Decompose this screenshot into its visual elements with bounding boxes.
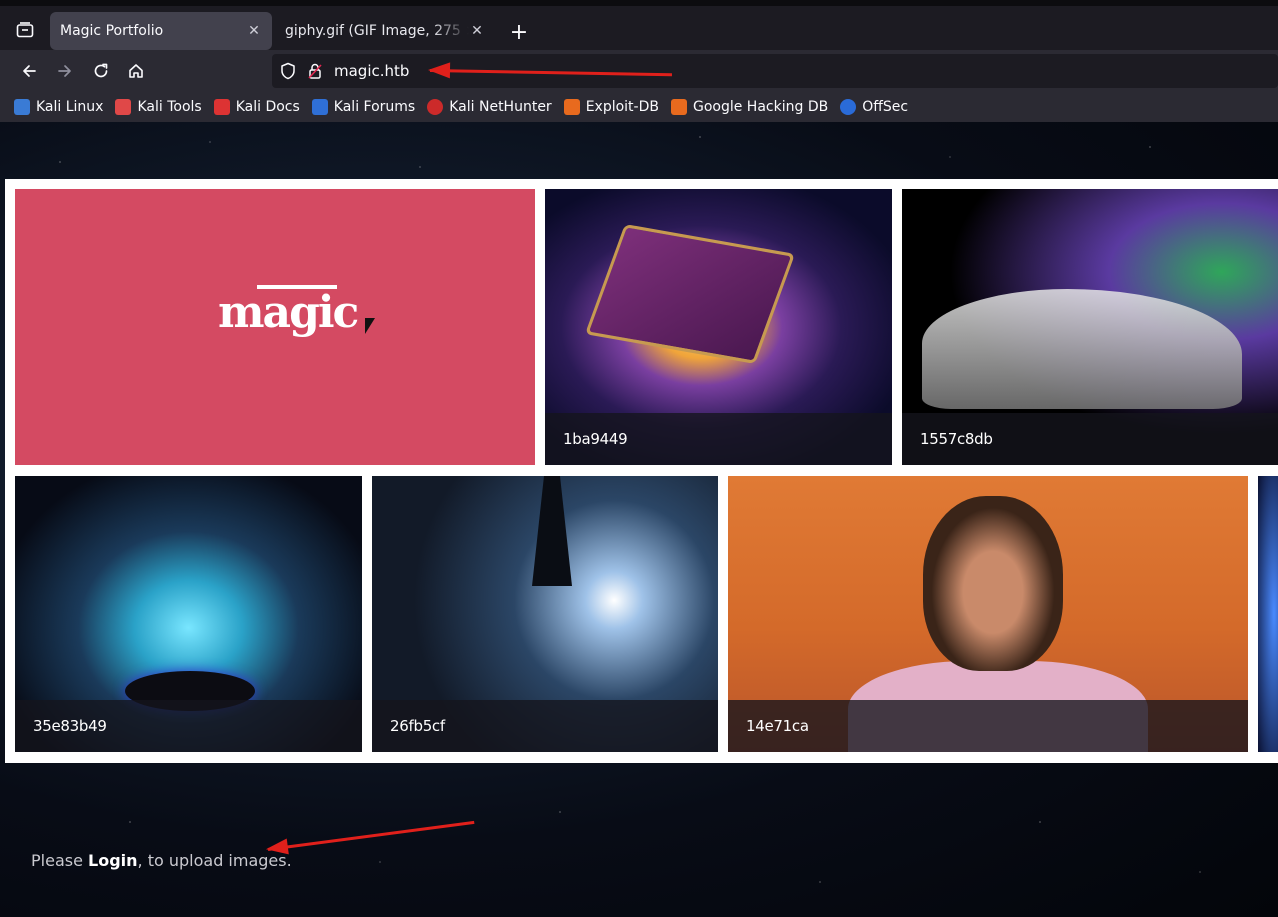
gallery-item[interactable]: 35e83b49 [15,476,362,752]
kali-tools-icon [115,99,132,115]
gallery-item-caption: 26fb5cf [372,700,718,752]
google-hacking-db-icon [670,99,687,115]
bookmark-label: Exploit-DB [585,99,659,115]
spellbook-image [584,224,796,364]
magic-logo-tile[interactable]: magic [15,189,535,465]
tab-close-icon[interactable]: ✕ [469,23,485,39]
url-text[interactable]: magic.htb [334,62,409,80]
bookmark-exploit-db[interactable]: Exploit-DB [563,99,659,115]
new-tab-button[interactable]: + [506,20,532,46]
page-content: magic 1ba9449 1557c8db 35e83b49 26fb5cf [0,122,1278,917]
tab-close-icon[interactable]: ✕ [246,23,262,39]
bookmark-label: Google Hacking DB [692,99,829,115]
reload-icon[interactable] [86,56,116,86]
bookmark-kali-linux[interactable]: Kali Linux [14,99,103,115]
bookmark-label: OffSec [862,99,909,115]
gallery-item[interactable]: 26fb5cf [372,476,718,752]
insecure-lock-icon[interactable] [307,62,323,84]
gallery-item[interactable]: 14e71ca [728,476,1248,752]
mouse-cursor-icon [365,318,375,334]
browser-window: Magic Portfolio ✕ giphy.gif (GIF Image, … [0,0,1278,917]
back-icon[interactable] [14,56,44,86]
kali-docs-icon [213,99,230,115]
home-icon[interactable] [121,56,151,86]
bookmark-kali-docs[interactable]: Kali Docs [213,99,300,115]
bookmark-label: Kali Docs [235,99,300,115]
tab-title: Magic Portfolio [60,23,164,39]
kali-forums-icon [311,99,328,115]
navigation-bar: magic.htb [0,50,1278,92]
tracking-protection-shield-icon[interactable] [280,62,296,84]
tab-title: giphy.gif (GIF Image, 275 × 250 pixels) [285,23,469,39]
gallery-item-caption: 1557c8db [902,413,1278,465]
bookmark-kali-tools[interactable]: Kali Tools [115,99,202,115]
bookmark-google-hacking-db[interactable]: Google Hacking DB [670,99,829,115]
bookmark-label: Kali Linux [36,99,104,115]
kali-nethunter-icon [427,99,444,115]
exploit-db-icon [563,99,580,115]
image-gallery: magic 1ba9449 1557c8db 35e83b49 26fb5cf [5,179,1278,763]
offsec-icon [840,99,857,115]
gallery-item-caption: 1ba9449 [545,413,892,465]
forward-icon[interactable] [50,56,80,86]
bookmark-offsec[interactable]: OffSec [840,99,908,115]
bookmark-kali-forums[interactable]: Kali Forums [311,99,416,115]
gallery-item[interactable]: 1557c8db [902,189,1278,465]
bookmark-kali-nethunter[interactable]: Kali NetHunter [427,99,552,115]
magic-logo: magic [218,287,359,338]
login-prompt: Please Login, to upload images. [31,851,292,870]
list-all-tabs-icon[interactable] [8,14,42,46]
tab-magic-portfolio[interactable]: Magic Portfolio ✕ [50,12,272,50]
bookmark-label: Kali Forums [333,99,416,115]
gallery-item[interactable]: 1ba9449 [545,189,892,465]
gallery-item-caption: 35e83b49 [15,700,362,752]
smoke-hand-image [922,289,1242,409]
address-bar[interactable]: magic.htb [272,54,1278,88]
tab-strip: Magic Portfolio ✕ giphy.gif (GIF Image, … [0,0,1278,50]
tab-giphy-gif[interactable]: giphy.gif (GIF Image, 275 × 250 pixels) … [275,12,495,50]
gallery-item-caption: 14e71ca [728,700,1248,752]
bookmarks-toolbar: Kali Linux Kali Tools Kali Docs Kali For… [0,92,1278,122]
magician-gif-image [923,496,1063,671]
login-link[interactable]: Login [88,851,138,870]
login-prompt-prefix: Please [31,851,89,870]
bookmark-label: Kali Tools [137,99,202,115]
kali-dragon-icon [14,99,30,115]
gallery-item-partial[interactable] [1258,476,1278,752]
suit-galaxy-image [532,476,572,586]
bookmark-label: Kali NetHunter [449,99,552,115]
